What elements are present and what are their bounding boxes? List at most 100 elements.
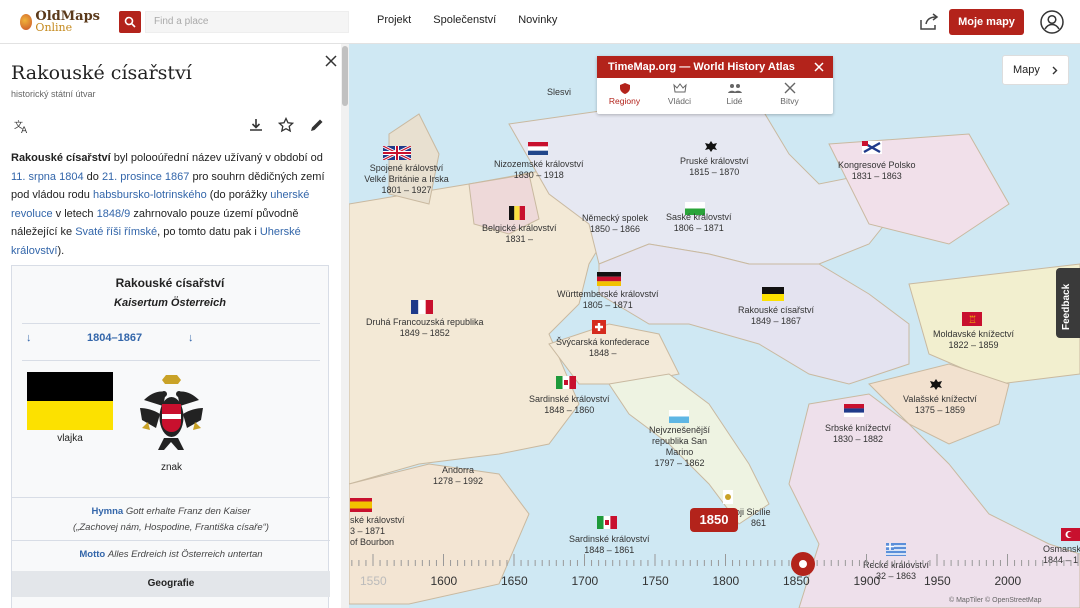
- link-hre[interactable]: Svaté říši římské: [75, 226, 157, 238]
- timeline-year-label[interactable]: 1700: [572, 574, 599, 588]
- search-input[interactable]: Find a place: [145, 11, 349, 33]
- anthem-row: Hymna Gott erhalte Franz den Kaiser: [91, 506, 251, 517]
- region-label[interactable]: Sardinské království 1848 – 1860: [529, 394, 610, 416]
- share-icon[interactable]: [918, 12, 940, 32]
- link-habsburg[interactable]: habsbursko-lotrinského: [93, 189, 207, 201]
- moldavia-flag-icon: ♖: [962, 312, 982, 326]
- my-maps-button[interactable]: Moje mapy: [949, 9, 1024, 35]
- nav-projekt[interactable]: Projekt: [377, 14, 411, 26]
- spain-flag-icon: [350, 498, 372, 512]
- netherlands-flag-icon: [528, 142, 548, 155]
- svg-text:A: A: [21, 126, 28, 134]
- timeline-year-label[interactable]: 1900: [854, 574, 881, 588]
- shield-icon: [619, 83, 630, 94]
- tab-regiony[interactable]: Regiony: [597, 78, 652, 114]
- region-label[interactable]: Pruské království 1815 – 1870: [680, 156, 749, 178]
- region-label[interactable]: Belgické království 1831 –: [482, 223, 557, 245]
- download-icon[interactable]: [248, 117, 264, 133]
- map-view[interactable]: TimeMap.org — World History Atlas Region…: [349, 44, 1080, 608]
- poland-flag-icon: [862, 141, 882, 154]
- prussia-eagle-icon: [705, 141, 717, 152]
- logo-badge-icon: [20, 14, 33, 30]
- wurttemberg-flag-icon: [597, 272, 621, 286]
- tab-vladci[interactable]: Vládci: [652, 78, 707, 114]
- timeline-year-label[interactable]: 2000: [995, 574, 1022, 588]
- wallachia-eagle-icon: [930, 379, 942, 390]
- region-label[interactable]: Württemberské království 1805 – 1871: [557, 289, 659, 311]
- infobox: Rakouské císařství Kaisertum Österreich …: [11, 265, 330, 608]
- oldmaps-logo[interactable]: OldMaps Online: [20, 8, 100, 36]
- timeline-handle[interactable]: [791, 552, 816, 576]
- link-date-start[interactable]: 11. srpna 1804: [11, 171, 84, 183]
- infobox-native-name: Kaisertum Österreich: [114, 297, 226, 309]
- austria-flag-icon: [762, 287, 784, 301]
- two-sicilies-flag-icon: [723, 490, 733, 504]
- region-label[interactable]: Saské království 1806 – 1871: [666, 212, 732, 234]
- timeline-year-label[interactable]: 1550: [360, 574, 387, 588]
- nav-novinky[interactable]: Novinky: [518, 14, 557, 26]
- timeline-year-label[interactable]: 1950: [924, 574, 951, 588]
- region-label[interactable]: Nejvznešenější republika San Marino 1797 …: [637, 425, 722, 469]
- flag-image[interactable]: [27, 372, 113, 430]
- translate-icon[interactable]: 文A: [14, 118, 30, 134]
- region-label[interactable]: Spojené království Velké Británie a Irsk…: [359, 163, 454, 196]
- section-geografie[interactable]: Geografie: [12, 571, 330, 597]
- coa-caption: znak: [160, 462, 183, 473]
- tab-lide[interactable]: Lidé: [707, 78, 762, 114]
- region-label[interactable]: Moldavské knížectví 1822 – 1859: [933, 329, 1014, 351]
- infobox-dates: 1804–1867: [87, 332, 143, 344]
- timeline-year-label[interactable]: 1650: [501, 574, 528, 588]
- edit-icon[interactable]: [309, 117, 325, 133]
- san-marino-flag-icon: [669, 410, 689, 423]
- people-icon: [727, 84, 742, 93]
- search-icon: [124, 16, 136, 28]
- switzerland-flag-icon: [592, 320, 606, 334]
- region-label[interactable]: Valašské knížectví 1375 – 1859: [903, 394, 977, 416]
- divider: [22, 323, 320, 324]
- star-icon[interactable]: [278, 117, 294, 133]
- coat-of-arms-image[interactable]: [134, 372, 209, 456]
- region-label[interactable]: Kongresové Polsko 1831 – 1863: [838, 160, 916, 182]
- region-label[interactable]: Srbské knížectví 1830 – 1882: [825, 423, 891, 445]
- search-button[interactable]: [119, 11, 141, 33]
- tab-bitvy[interactable]: Bitvy: [762, 78, 817, 114]
- region-label[interactable]: Druhá Francouzská republika 1849 – 1852: [366, 317, 484, 339]
- panel-title: Rakouské císařství: [11, 62, 192, 84]
- region-label[interactable]: oji Sicílie 861: [735, 507, 771, 529]
- close-icon[interactable]: [325, 55, 337, 67]
- timemap-tabs: Regiony Vládci Lidé Bitvy: [597, 78, 833, 114]
- swords-icon: [784, 82, 795, 94]
- region-label[interactable]: Švýcarská konfederace 1848 –: [556, 337, 650, 359]
- uk-flag-icon: [383, 146, 411, 160]
- nav-spolecenstvi[interactable]: Společenství: [433, 14, 496, 26]
- region-label[interactable]: Nizozemské království 1830 – 1918: [494, 159, 584, 181]
- region-label[interactable]: Slesvi: [547, 87, 571, 98]
- france-flag-icon: [411, 300, 433, 314]
- maps-button[interactable]: Mapy: [1002, 55, 1069, 85]
- region-label[interactable]: Andorra 1278 – 1992: [433, 465, 483, 487]
- next-state-link[interactable]: ↓: [188, 332, 194, 344]
- svg-text:♖: ♖: [968, 315, 977, 326]
- info-panel: Rakouské císařství historický státní útv…: [0, 44, 341, 608]
- feedback-tab[interactable]: Feedback: [1056, 268, 1080, 338]
- region-label[interactable]: Rakouské císařství 1849 – 1867: [738, 305, 814, 327]
- timeline-year-label[interactable]: 1750: [642, 574, 669, 588]
- timeline-ruler[interactable]: [349, 552, 1080, 566]
- top-bar: OldMaps Online Find a place Projekt Spole…: [0, 0, 1080, 44]
- flag-caption: vlajka: [57, 433, 83, 444]
- panel-scrollbar[interactable]: [341, 44, 349, 608]
- user-avatar-icon[interactable]: [1040, 10, 1064, 34]
- timeline-year-label[interactable]: 1600: [431, 574, 458, 588]
- panel-toolbar: 文A: [14, 117, 334, 135]
- divider: [12, 497, 330, 498]
- link-1848[interactable]: 1848/9: [97, 208, 131, 220]
- timeline-year-label[interactable]: 1850: [783, 574, 810, 588]
- current-year-badge: 1850: [690, 508, 738, 532]
- prev-state-link[interactable]: ↓: [26, 332, 32, 344]
- region-label[interactable]: Německý spolek 1850 – 1866: [582, 213, 648, 235]
- link-date-end[interactable]: 21. prosince 1867: [102, 171, 189, 183]
- close-icon[interactable]: [814, 62, 824, 72]
- sardinia-flag-icon: [556, 376, 576, 389]
- timeline-year-label[interactable]: 1800: [713, 574, 740, 588]
- region-label[interactable]: ské království 3 – 1871 of Bourbon: [350, 515, 405, 548]
